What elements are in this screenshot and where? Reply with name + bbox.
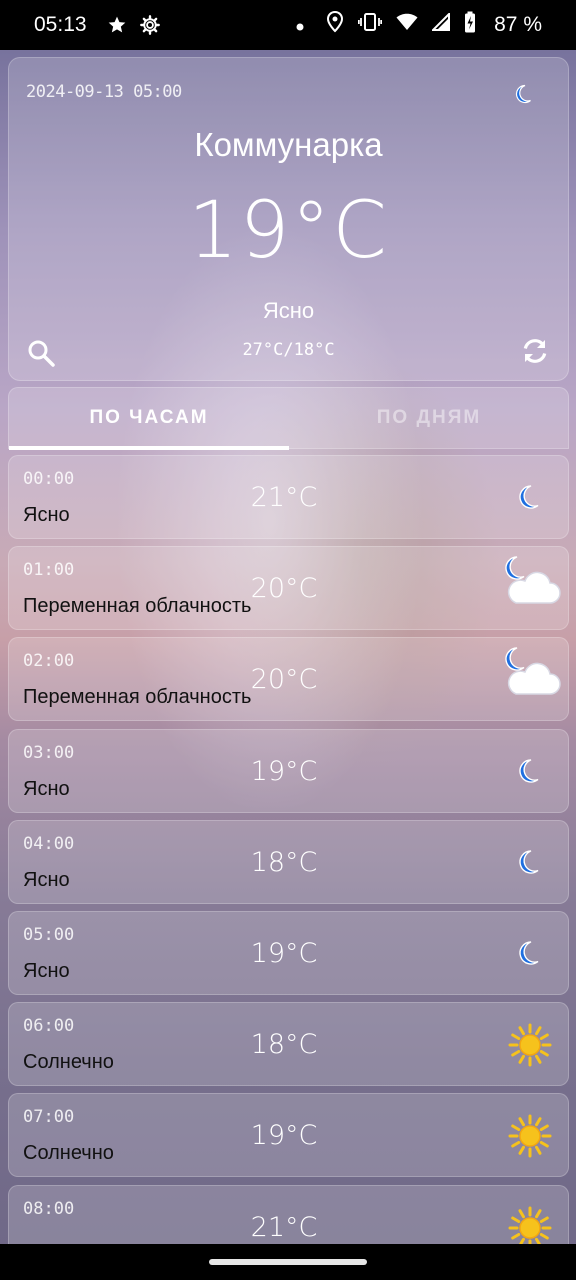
battery-percent: 87 %: [494, 13, 542, 36]
hourly-forecast-row[interactable]: 06:00 Солнечно 18°C: [8, 1002, 569, 1087]
hour-temperature: 20°C: [250, 573, 318, 605]
hour-time: 03:00: [23, 742, 75, 763]
partly-cloudy-night-icon: [502, 555, 562, 613]
notification-dot-icon: [296, 14, 304, 37]
status-bar: 05:13 87 %: [0, 0, 576, 50]
hour-condition: Ясно: [23, 777, 70, 800]
hour-time: 01:00: [23, 560, 75, 581]
tab-hourly[interactable]: ПО ЧАСАМ: [9, 388, 289, 448]
hourly-forecast-row[interactable]: 02:00 Переменная облачность 20°C: [8, 637, 569, 722]
hour-condition: Солнечно: [23, 1051, 114, 1074]
settings-gear-icon: [139, 14, 161, 36]
hourly-forecast-row[interactable]: 03:00 Ясно 19°C: [8, 728, 569, 813]
battery-charging-icon: [464, 11, 476, 39]
hour-temperature: 20°C: [250, 664, 318, 696]
hourly-forecast-row[interactable]: 07:00 Солнечно 19°C: [8, 1093, 569, 1178]
refresh-icon[interactable]: [520, 336, 550, 370]
sun-icon: [508, 1114, 552, 1162]
moon-icon: [514, 84, 532, 108]
current-datetime: 2024-09-13 05:00: [26, 82, 182, 102]
hourly-forecast-row[interactable]: 00:00 Ясно 21°C: [8, 455, 569, 539]
status-right-group: 87 %: [296, 10, 542, 39]
hour-temperature: 19°C: [250, 755, 318, 787]
hourly-forecast-row[interactable]: 05:00 Ясно 19°C: [8, 911, 569, 995]
hour-condition: Ясно: [23, 868, 70, 891]
sun-icon: [508, 1023, 552, 1071]
moon-icon: [516, 758, 540, 788]
navigation-bar: [0, 1244, 576, 1280]
city-name: Коммунарка: [194, 126, 383, 163]
hour-time: 02:00: [23, 651, 75, 672]
hour-temperature: 19°C: [250, 938, 318, 969]
hour-time: 05:00: [23, 925, 75, 945]
hour-time: 08:00: [23, 1198, 75, 1219]
hour-temperature: 19°C: [250, 1120, 318, 1152]
hour-condition: Солнечно: [23, 1142, 114, 1165]
hour-condition: Переменная облачность: [23, 686, 252, 709]
moon-icon: [516, 849, 540, 879]
hour-time: 06:00: [23, 1016, 75, 1037]
partly-cloudy-night-icon: [502, 646, 562, 704]
cell-signal-icon: [430, 11, 451, 37]
current-temperature: 19°C: [188, 186, 389, 276]
hour-temperature: 21°C: [250, 1211, 318, 1243]
forecast-tabs: ПО ЧАСАМ ПО ДНЯМ: [8, 387, 569, 450]
status-time: 05:13: [34, 13, 87, 36]
star-icon: [107, 15, 127, 35]
hour-condition: Переменная облачность: [23, 595, 252, 618]
hourly-forecast-row[interactable]: 01:00 Переменная облачность 20°C: [8, 546, 569, 631]
tab-daily[interactable]: ПО ДНЯМ: [289, 388, 569, 448]
wifi-icon: [396, 13, 418, 37]
hour-time: 04:00: [23, 833, 75, 854]
app-screen: 05:13 87 % 2024-09-13 05:00 Коммунарка 1…: [0, 0, 576, 1280]
moon-icon: [516, 484, 540, 514]
hour-condition: Ясно: [23, 504, 70, 526]
search-icon[interactable]: [26, 338, 56, 372]
active-tab-indicator: [9, 446, 289, 450]
current-weather-card: 2024-09-13 05:00 Коммунарка 19°C Ясно 27…: [8, 57, 569, 381]
hour-condition: Ясно: [23, 960, 70, 982]
hour-temperature: 18°C: [250, 846, 318, 878]
vibrate-icon: [358, 12, 383, 38]
hour-temperature: 21°C: [250, 482, 318, 513]
current-condition: Ясно: [262, 298, 315, 323]
location-pin-icon: [326, 10, 344, 39]
hour-time: 00:00: [23, 469, 75, 489]
moon-icon: [516, 940, 540, 970]
home-gesture-handle[interactable]: [209, 1259, 367, 1265]
hourly-forecast-row[interactable]: 04:00 Ясно 18°C: [8, 819, 569, 904]
hour-time: 07:00: [23, 1107, 75, 1128]
temperature-range: 27°C/18°C: [242, 340, 335, 360]
hour-temperature: 18°C: [250, 1029, 318, 1061]
